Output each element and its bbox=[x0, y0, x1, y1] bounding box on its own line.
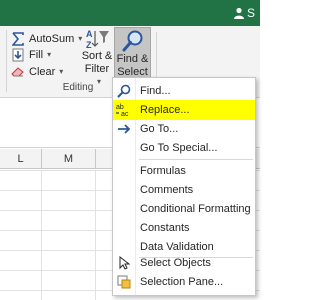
fill-label: Fill bbox=[29, 49, 44, 61]
menu-item-label: Comments bbox=[140, 184, 194, 196]
column-header-l[interactable]: L bbox=[0, 149, 42, 169]
selection-pane-icon bbox=[113, 272, 135, 292]
pointer-icon bbox=[113, 253, 135, 273]
grid-line bbox=[95, 170, 96, 300]
sort-az-icon: A Z bbox=[81, 28, 113, 50]
title-bar: S bbox=[0, 0, 260, 26]
user-initial: S bbox=[247, 6, 256, 20]
find-select-line1: Find & bbox=[116, 53, 149, 65]
clear-button[interactable]: Clear ▾ bbox=[10, 63, 63, 81]
menu-item-replace[interactable]: ab ac Replace... bbox=[113, 100, 255, 120]
menu-separator bbox=[139, 159, 253, 160]
svg-text:ab: ab bbox=[116, 104, 124, 111]
menu-item-label: Go To Special... bbox=[140, 142, 218, 154]
autosum-label: AutoSum bbox=[29, 33, 75, 45]
svg-text:ac: ac bbox=[121, 111, 129, 118]
menu-item-comments[interactable]: Comments bbox=[113, 180, 255, 200]
menu-item-label: Data Validation bbox=[140, 241, 214, 253]
magnifier-icon bbox=[113, 81, 135, 101]
menu-item-label: Conditional Formatting bbox=[140, 203, 251, 215]
arrow-right-icon bbox=[113, 119, 135, 139]
menu-item-constants[interactable]: Constants bbox=[113, 218, 255, 238]
eraser-icon bbox=[10, 64, 26, 80]
sort-filter-line1: Sort & bbox=[81, 50, 113, 62]
menu-item-go-to[interactable]: Go To... bbox=[113, 119, 255, 139]
sort-filter-button[interactable]: A Z Sort & Filter▾ bbox=[81, 28, 113, 86]
menu-item-label: Find... bbox=[140, 85, 171, 97]
binoculars-magnifier-icon bbox=[115, 28, 150, 53]
find-select-menu: Find... ab ac Replace... Go To... Go To … bbox=[112, 77, 256, 296]
replace-icon: ab ac bbox=[113, 100, 135, 120]
menu-item-label: Select Objects bbox=[140, 257, 211, 269]
menu-item-formulas[interactable]: Formulas bbox=[113, 161, 255, 181]
menu-item-label: Constants bbox=[140, 222, 190, 234]
svg-text:Z: Z bbox=[86, 40, 92, 50]
grid-line bbox=[41, 170, 42, 300]
column-header-m[interactable]: M bbox=[42, 149, 96, 169]
sigma-icon bbox=[10, 31, 26, 47]
menu-item-label: Go To... bbox=[140, 123, 179, 135]
chevron-down-icon: ▾ bbox=[59, 66, 64, 76]
menu-item-label: Replace... bbox=[140, 104, 190, 116]
fill-button[interactable]: Fill ▾ bbox=[10, 46, 51, 64]
menu-item-label: Selection Pane... bbox=[140, 276, 224, 288]
menu-item-selection-pane[interactable]: Selection Pane... bbox=[113, 272, 255, 292]
find-select-button[interactable]: Find & Select▾ bbox=[114, 27, 151, 89]
user-icon bbox=[234, 7, 244, 19]
fill-down-icon bbox=[10, 47, 26, 63]
chevron-down-icon: ▾ bbox=[47, 49, 52, 59]
menu-item-find[interactable]: Find... bbox=[113, 81, 255, 101]
menu-item-conditional-formatting[interactable]: Conditional Formatting bbox=[113, 199, 255, 219]
clear-label: Clear bbox=[29, 66, 56, 78]
account-button[interactable]: S bbox=[234, 5, 258, 21]
menu-item-select-objects[interactable]: Select Objects bbox=[113, 253, 255, 273]
svg-text:A: A bbox=[86, 29, 93, 39]
menu-item-go-to-special[interactable]: Go To Special... bbox=[113, 138, 255, 158]
menu-item-label: Formulas bbox=[140, 165, 186, 177]
